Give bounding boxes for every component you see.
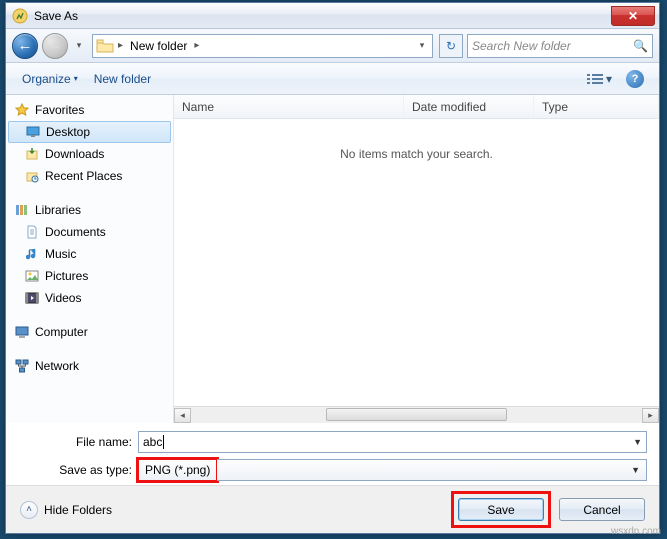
star-icon	[14, 102, 30, 118]
search-input[interactable]: Search New folder 🔍	[467, 34, 653, 58]
navigation-bar: ← → ▾ ▸ New folder ▸ ▾ ↻ Search New fold…	[6, 29, 659, 63]
empty-message: No items match your search.	[340, 147, 493, 161]
save-button[interactable]: Save	[458, 498, 544, 521]
folder-icon	[95, 37, 115, 55]
arrow-right-icon: →	[48, 37, 63, 54]
file-list-area: Name Date modified Type No items match y…	[174, 95, 659, 423]
app-icon	[12, 8, 28, 24]
hide-folders-button[interactable]: ˄ Hide Folders	[20, 501, 112, 519]
sidebar-item-network[interactable]: Network	[6, 355, 173, 377]
chevron-down-icon: ▾	[77, 40, 82, 51]
music-icon	[24, 246, 40, 262]
new-folder-button[interactable]: New folder	[88, 69, 157, 89]
arrow-left-icon: ←	[18, 37, 33, 54]
chevron-down-icon[interactable]: ▼	[631, 465, 640, 475]
sidebar-item-videos[interactable]: Videos	[6, 287, 173, 309]
back-button[interactable]: ←	[12, 33, 38, 59]
sidebar-item-recent-places[interactable]: Recent Places	[6, 165, 173, 187]
downloads-icon	[24, 146, 40, 162]
refresh-button[interactable]: ↻	[439, 34, 463, 58]
chevron-down-icon: ▾	[606, 72, 612, 86]
save-highlight: Save	[451, 491, 551, 528]
toolbar: Organize ▾ New folder ▾ ?	[6, 63, 659, 95]
view-icon	[587, 73, 603, 85]
videos-icon	[24, 290, 40, 306]
breadcrumb-arrow[interactable]: ▸	[115, 40, 126, 51]
address-dropdown[interactable]: ▾	[414, 40, 430, 51]
network-icon	[14, 358, 30, 374]
title-bar[interactable]: Save As ✕	[6, 3, 659, 29]
horizontal-scrollbar[interactable]: ◂ ▸	[174, 406, 659, 423]
close-button[interactable]: ✕	[611, 6, 655, 26]
address-bar[interactable]: ▸ New folder ▸ ▾	[92, 34, 433, 58]
dialog-footer: ˄ Hide Folders Save Cancel	[6, 485, 659, 533]
file-list[interactable]: No items match your search.	[174, 119, 659, 406]
desktop-icon	[25, 124, 41, 140]
chevron-down-icon[interactable]: ▼	[633, 437, 642, 447]
filename-label: File name:	[18, 435, 138, 449]
search-icon: 🔍	[633, 39, 648, 53]
navigation-sidebar[interactable]: Favorites Desktop Downloads Recent Place…	[6, 95, 174, 423]
scroll-right-button[interactable]: ▸	[642, 408, 659, 423]
help-button[interactable]: ?	[621, 67, 649, 91]
refresh-icon: ↻	[446, 39, 456, 53]
savetype-value: PNG (*.png)	[145, 463, 210, 477]
save-as-dialog: Save As ✕ ← → ▾ ▸ New folder ▸ ▾ ↻ Searc…	[5, 2, 660, 534]
documents-icon	[24, 224, 40, 240]
savetype-combobox-ext[interactable]: ▼	[217, 459, 647, 481]
sidebar-item-documents[interactable]: Documents	[6, 221, 173, 243]
savetype-label: Save as type:	[18, 463, 138, 477]
search-placeholder: Search New folder	[472, 39, 571, 53]
savetype-combobox[interactable]: PNG (*.png)	[138, 459, 217, 481]
chevron-up-icon: ˄	[20, 501, 38, 519]
filename-value: abc	[143, 435, 162, 449]
history-dropdown[interactable]: ▾	[72, 34, 86, 58]
organize-button[interactable]: Organize ▾	[16, 69, 84, 89]
sidebar-item-downloads[interactable]: Downloads	[6, 143, 173, 165]
libraries-icon	[14, 202, 30, 218]
window-title: Save As	[34, 9, 78, 23]
column-headers[interactable]: Name Date modified Type	[174, 95, 659, 119]
cancel-button[interactable]: Cancel	[559, 498, 645, 521]
column-name[interactable]: Name	[174, 95, 404, 118]
help-icon: ?	[626, 70, 644, 88]
watermark: wsxdn.com	[611, 526, 661, 537]
sidebar-item-pictures[interactable]: Pictures	[6, 265, 173, 287]
column-date[interactable]: Date modified	[404, 95, 534, 118]
column-type[interactable]: Type	[534, 95, 659, 118]
close-icon: ✕	[628, 9, 638, 23]
recent-places-icon	[24, 168, 40, 184]
scroll-left-button[interactable]: ◂	[174, 408, 191, 423]
sidebar-item-computer[interactable]: Computer	[6, 321, 173, 343]
view-options-button[interactable]: ▾	[582, 69, 617, 89]
sidebar-item-libraries[interactable]: Libraries	[6, 199, 173, 221]
filename-input[interactable]: abc ▼	[138, 431, 647, 453]
sidebar-item-music[interactable]: Music	[6, 243, 173, 265]
save-form: File name: abc ▼ Save as type: PNG (*.pn…	[6, 423, 659, 485]
breadcrumb-arrow[interactable]: ▸	[191, 40, 202, 51]
computer-icon	[14, 324, 30, 340]
chevron-down-icon: ▾	[74, 74, 78, 83]
pictures-icon	[24, 268, 40, 284]
sidebar-item-favorites[interactable]: Favorites	[6, 99, 173, 121]
forward-button[interactable]: →	[42, 33, 68, 59]
sidebar-item-desktop[interactable]: Desktop	[8, 121, 171, 143]
scroll-thumb[interactable]	[326, 408, 506, 421]
scroll-track[interactable]	[191, 408, 642, 423]
breadcrumb-folder[interactable]: New folder	[126, 39, 191, 53]
